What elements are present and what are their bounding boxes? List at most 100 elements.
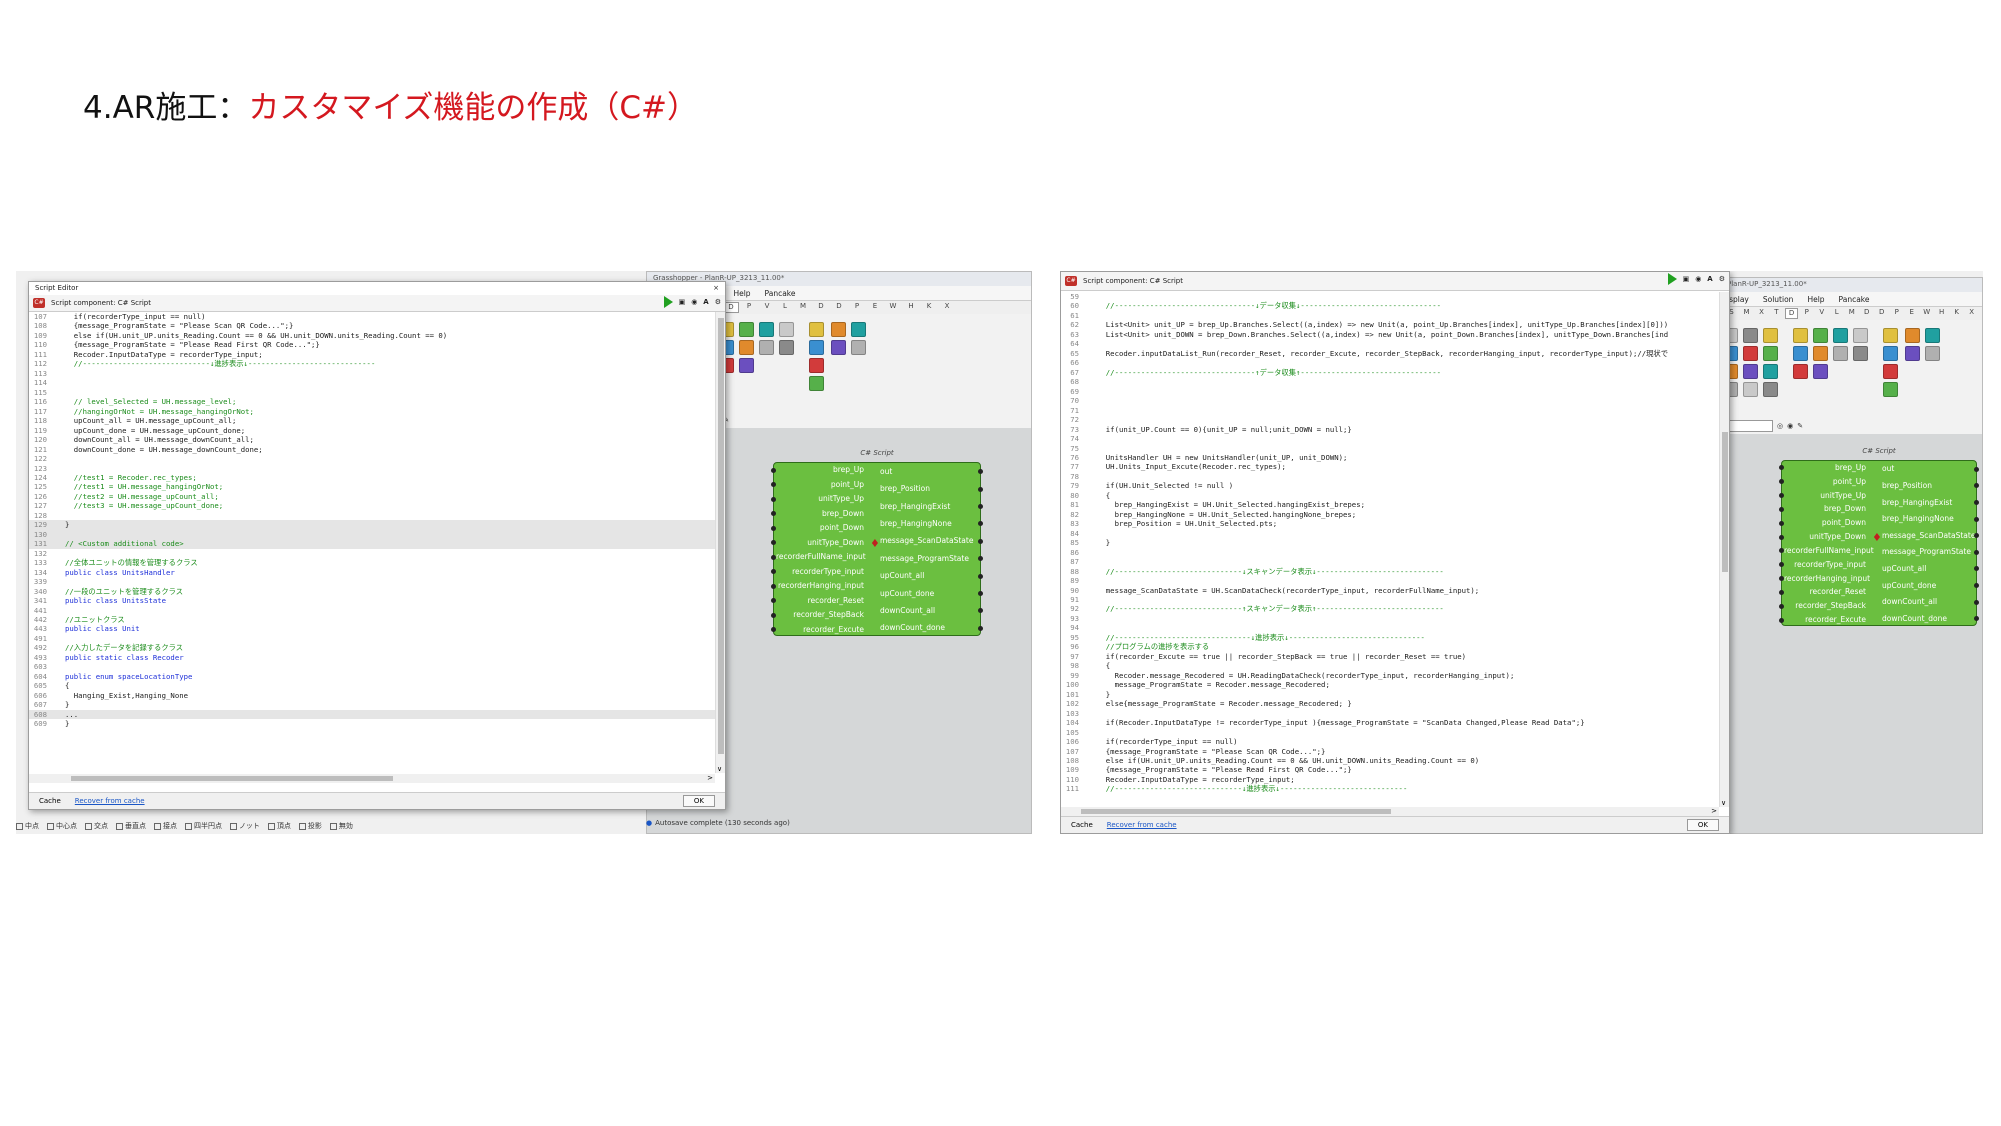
- input-param[interactable]: recorderHanging_input: [1784, 574, 1870, 584]
- fold-marker[interactable]: [51, 312, 65, 321]
- output-param[interactable]: brep_HangingExist: [880, 502, 950, 512]
- tab-x[interactable]: X: [1755, 308, 1768, 319]
- fold-marker[interactable]: [1083, 595, 1097, 604]
- fold-marker[interactable]: [1083, 529, 1097, 538]
- input-param[interactable]: recorderFullName_input: [1784, 546, 1874, 556]
- input-grip[interactable]: [771, 554, 776, 560]
- input-param[interactable]: point_Down: [776, 523, 864, 533]
- recover-link[interactable]: Recover from cache: [75, 797, 145, 805]
- fold-marker[interactable]: [51, 719, 65, 728]
- fold-marker[interactable]: [51, 350, 65, 359]
- cache-button[interactable]: Cache: [1071, 821, 1093, 829]
- osnap-checkbox[interactable]: 中点: [16, 821, 39, 831]
- palette-component-icon[interactable]: [851, 340, 866, 355]
- input-param[interactable]: brep_Down: [1784, 504, 1866, 514]
- fold-marker[interactable]: [51, 492, 65, 501]
- palette-component-icon[interactable]: [1813, 364, 1828, 379]
- fold-marker[interactable]: [51, 587, 65, 596]
- fold-marker[interactable]: [1083, 680, 1097, 689]
- palette-component-icon[interactable]: [1793, 328, 1808, 343]
- output-param[interactable]: downCount_done: [1882, 614, 1947, 624]
- fold-marker[interactable]: [51, 454, 65, 463]
- fold-marker[interactable]: [1083, 368, 1097, 377]
- fold-marker[interactable]: [1083, 415, 1097, 424]
- output-param[interactable]: upCount_all: [880, 571, 924, 581]
- vertical-scrollbar[interactable]: ∨: [715, 312, 725, 773]
- input-param[interactable]: recorderFullName_input: [776, 552, 866, 562]
- ok-button[interactable]: OK: [1686, 819, 1719, 831]
- fold-marker[interactable]: [1083, 718, 1097, 727]
- palette-component-icon[interactable]: [1925, 346, 1940, 361]
- input-grip[interactable]: [771, 583, 776, 589]
- tab-w[interactable]: W: [1920, 308, 1933, 319]
- tab-e[interactable]: E: [1905, 308, 1918, 319]
- tab-v[interactable]: V: [759, 302, 775, 313]
- fold-marker[interactable]: [1083, 330, 1097, 339]
- fold-marker[interactable]: [1083, 661, 1097, 670]
- fold-marker[interactable]: [1083, 472, 1097, 481]
- tab-x[interactable]: X: [1965, 308, 1978, 319]
- tab-m[interactable]: M: [1740, 308, 1753, 319]
- fold-marker[interactable]: [51, 464, 65, 473]
- input-grip[interactable]: [1779, 617, 1784, 623]
- fold-marker[interactable]: [51, 653, 65, 662]
- osnap-checkbox[interactable]: 接点: [154, 821, 177, 831]
- output-grip[interactable]: [1974, 599, 1979, 605]
- palette-component-icon[interactable]: [1793, 346, 1808, 361]
- csharp-script-component[interactable]: C# Script ♦ brep_Up point_Up unitType_Up br…: [1779, 447, 1979, 626]
- fold-marker[interactable]: [1083, 406, 1097, 415]
- palette-component-icon[interactable]: [1833, 346, 1848, 361]
- output-param[interactable]: downCount_all: [880, 606, 935, 616]
- checkbox-box[interactable]: [16, 822, 23, 830]
- input-grip[interactable]: [1779, 506, 1784, 512]
- horizontal-scroll-thumb[interactable]: [1081, 809, 1391, 814]
- fold-marker[interactable]: [51, 501, 65, 510]
- fold-marker[interactable]: [1083, 396, 1097, 405]
- ok-button[interactable]: OK: [682, 795, 715, 807]
- recover-link[interactable]: Recover from cache: [1107, 821, 1177, 829]
- palette-component-icon[interactable]: [1813, 346, 1828, 361]
- fold-marker[interactable]: [51, 662, 65, 671]
- fold-marker[interactable]: [1083, 481, 1097, 490]
- fold-marker[interactable]: [51, 530, 65, 539]
- fold-marker[interactable]: [1083, 576, 1097, 585]
- fold-marker[interactable]: [1083, 671, 1097, 680]
- menu-item[interactable]: Help: [733, 289, 750, 298]
- cache-button[interactable]: Cache: [39, 797, 61, 805]
- checkbox-box[interactable]: [47, 822, 54, 830]
- output-param[interactable]: downCount_done: [880, 623, 945, 633]
- menu-item[interactable]: Pancake: [765, 289, 796, 298]
- code-area[interactable]: 59 60 //--------------------------------↓…: [1061, 292, 1719, 807]
- horizontal-scrollbar[interactable]: >: [29, 774, 715, 783]
- input-param[interactable]: point_Up: [1784, 477, 1866, 487]
- output-param[interactable]: brep_HangingNone: [880, 519, 952, 529]
- tab-l[interactable]: L: [1830, 308, 1843, 319]
- fold-marker[interactable]: [1083, 756, 1097, 765]
- input-grip[interactable]: [771, 525, 776, 531]
- palette-component-icon[interactable]: [1743, 346, 1758, 361]
- output-grip[interactable]: [978, 573, 983, 579]
- fold-marker[interactable]: [51, 643, 65, 652]
- palette-component-icon[interactable]: [1743, 382, 1758, 397]
- input-param[interactable]: recorder_Reset: [776, 596, 864, 606]
- fold-marker[interactable]: [1083, 642, 1097, 651]
- tab-l[interactable]: L: [777, 302, 793, 313]
- tab-d[interactable]: D: [831, 302, 847, 313]
- fold-marker[interactable]: [1083, 453, 1097, 462]
- checkbox-box[interactable]: [298, 822, 306, 830]
- fold-marker[interactable]: [51, 359, 65, 368]
- palette-component-icon[interactable]: [809, 376, 824, 391]
- output-grip[interactable]: [1974, 466, 1979, 472]
- input-grip[interactable]: [1779, 589, 1784, 595]
- fold-marker[interactable]: [1083, 434, 1097, 443]
- output-grip[interactable]: [978, 591, 983, 596]
- input-param[interactable]: recorder_Excute: [776, 625, 864, 635]
- fold-marker[interactable]: [51, 577, 65, 586]
- grasshopper-canvas[interactable]: ◎ ◉ ✎ C# Script ♦ brep_Uppoint_UpunitTyp…: [1721, 418, 1982, 833]
- menu-item[interactable]: Pancake: [1839, 295, 1870, 304]
- input-param[interactable]: brep_Down: [776, 509, 864, 519]
- output-param[interactable]: upCount_done: [1882, 581, 1936, 591]
- fold-marker[interactable]: [1083, 699, 1097, 708]
- output-param[interactable]: downCount_all: [1882, 597, 1937, 607]
- fold-marker[interactable]: [51, 558, 65, 567]
